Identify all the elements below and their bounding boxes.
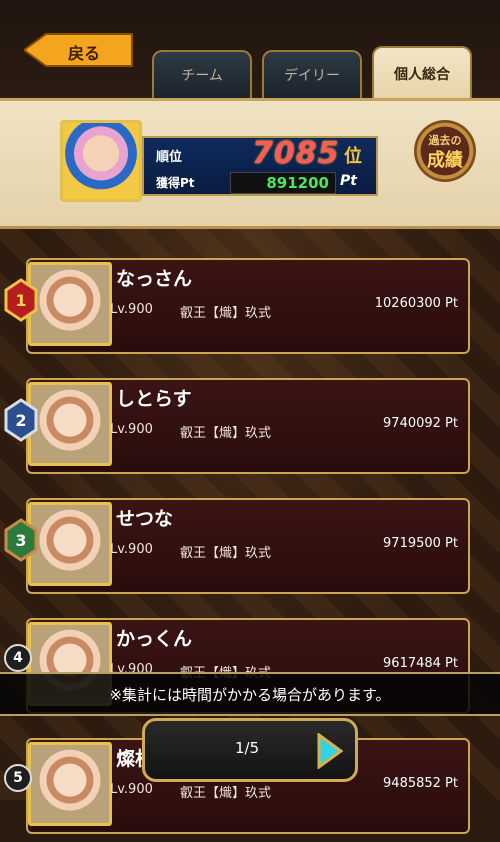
tab-daily[interactable]: デイリー [262, 50, 362, 98]
player-title: 叡王【熾】玖式 [180, 546, 272, 561]
player-score: 9617484 Pt [383, 656, 458, 671]
player-level: Lv.900 [110, 422, 153, 437]
player-score: 10260300 Pt [374, 296, 458, 311]
bronze-medal-icon: 3 [4, 518, 38, 562]
player-title: 叡王【熾】玖式 [180, 426, 272, 441]
ranking-row[interactable]: 3 せつな Lv.900 叡王【熾】玖式 9719500 Pt [0, 490, 500, 602]
rank-number: 3 [15, 531, 26, 550]
pt-value: 891200 [266, 174, 329, 192]
notice-bar: ※集計には時間がかかる場合があります。 [0, 672, 500, 716]
player-title: 叡王【熾】玖式 [180, 306, 272, 321]
player-name: しとらす [116, 388, 192, 410]
ranking-row[interactable]: 2 しとらす Lv.900 叡王【熾】玖式 9740092 Pt [0, 370, 500, 482]
rank-value: 7085 [252, 136, 340, 171]
pt-label: 獲得Pt [156, 176, 195, 190]
player-name: なっさん [116, 268, 193, 290]
pt-unit: Pt [340, 173, 357, 189]
player-score: 9740092 Pt [383, 416, 458, 431]
pt-box: 891200 [230, 172, 336, 194]
ranking-row[interactable]: 1 なっさん Lv.900 叡王【熾】玖式 10260300 Pt [0, 250, 500, 362]
player-score: 9719500 Pt [383, 536, 458, 551]
player-level: Lv.900 [110, 782, 153, 797]
gold-medal-icon: 1 [4, 278, 38, 322]
rank-badge: 4 [4, 644, 32, 672]
notice-text: ※集計には時間がかかる場合があります。 [109, 685, 391, 704]
rank-label: 順位 [156, 150, 183, 165]
silver-medal-icon: 2 [4, 398, 38, 442]
back-label: 戻る [68, 44, 101, 63]
page-indicator: 1/5 [235, 739, 260, 757]
player-name: せつな [116, 508, 174, 530]
rank-number: 1 [15, 291, 26, 310]
player-score: 9485852 Pt [383, 776, 458, 791]
avatar [28, 262, 112, 346]
player-level: Lv.900 [110, 302, 153, 317]
my-avatar [60, 120, 142, 202]
tab-team[interactable]: チーム [152, 50, 252, 98]
tab-overall-label: 個人総合 [394, 67, 450, 83]
avatar [28, 742, 112, 826]
next-page-icon[interactable] [315, 733, 343, 769]
player-title: 叡王【熾】玖式 [180, 786, 272, 801]
rank-unit: 位 [344, 146, 362, 167]
player-level: Lv.900 [110, 542, 153, 557]
tab-daily-label: デイリー [284, 68, 340, 84]
top-bar: 戻る チーム デイリー 個人総合 [0, 0, 500, 100]
back-button[interactable]: 戻る [24, 32, 134, 68]
past-results-line2: 成績 [427, 150, 463, 171]
player-name: かっくん [116, 628, 193, 650]
avatar [28, 382, 112, 466]
my-rank-box: 順位 7085 位 獲得Pt 891200 Pt [142, 136, 378, 196]
pager: 1/5 [142, 718, 358, 782]
tab-overall[interactable]: 個人総合 [372, 46, 472, 100]
rank-number: 2 [15, 411, 26, 430]
tab-team-label: チーム [181, 68, 223, 84]
past-results-button[interactable]: 過去の 成績 [414, 120, 476, 182]
rank-badge: 5 [4, 764, 32, 792]
avatar [28, 502, 112, 586]
